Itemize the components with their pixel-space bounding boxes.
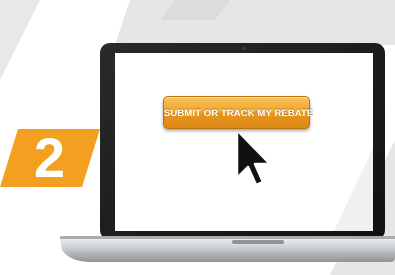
step-number: 2 — [33, 126, 65, 189]
laptop-trackpad-notch — [232, 240, 284, 244]
submit-track-rebate-button[interactable]: SUBMIT OR TRACK MY REBATE — [163, 96, 313, 129]
webcam-icon — [242, 46, 246, 51]
background-stripe-left — [0, 0, 40, 80]
background-stripe-top — [115, 0, 395, 45]
laptop-base — [60, 238, 395, 262]
laptop-hinge — [60, 236, 395, 239]
